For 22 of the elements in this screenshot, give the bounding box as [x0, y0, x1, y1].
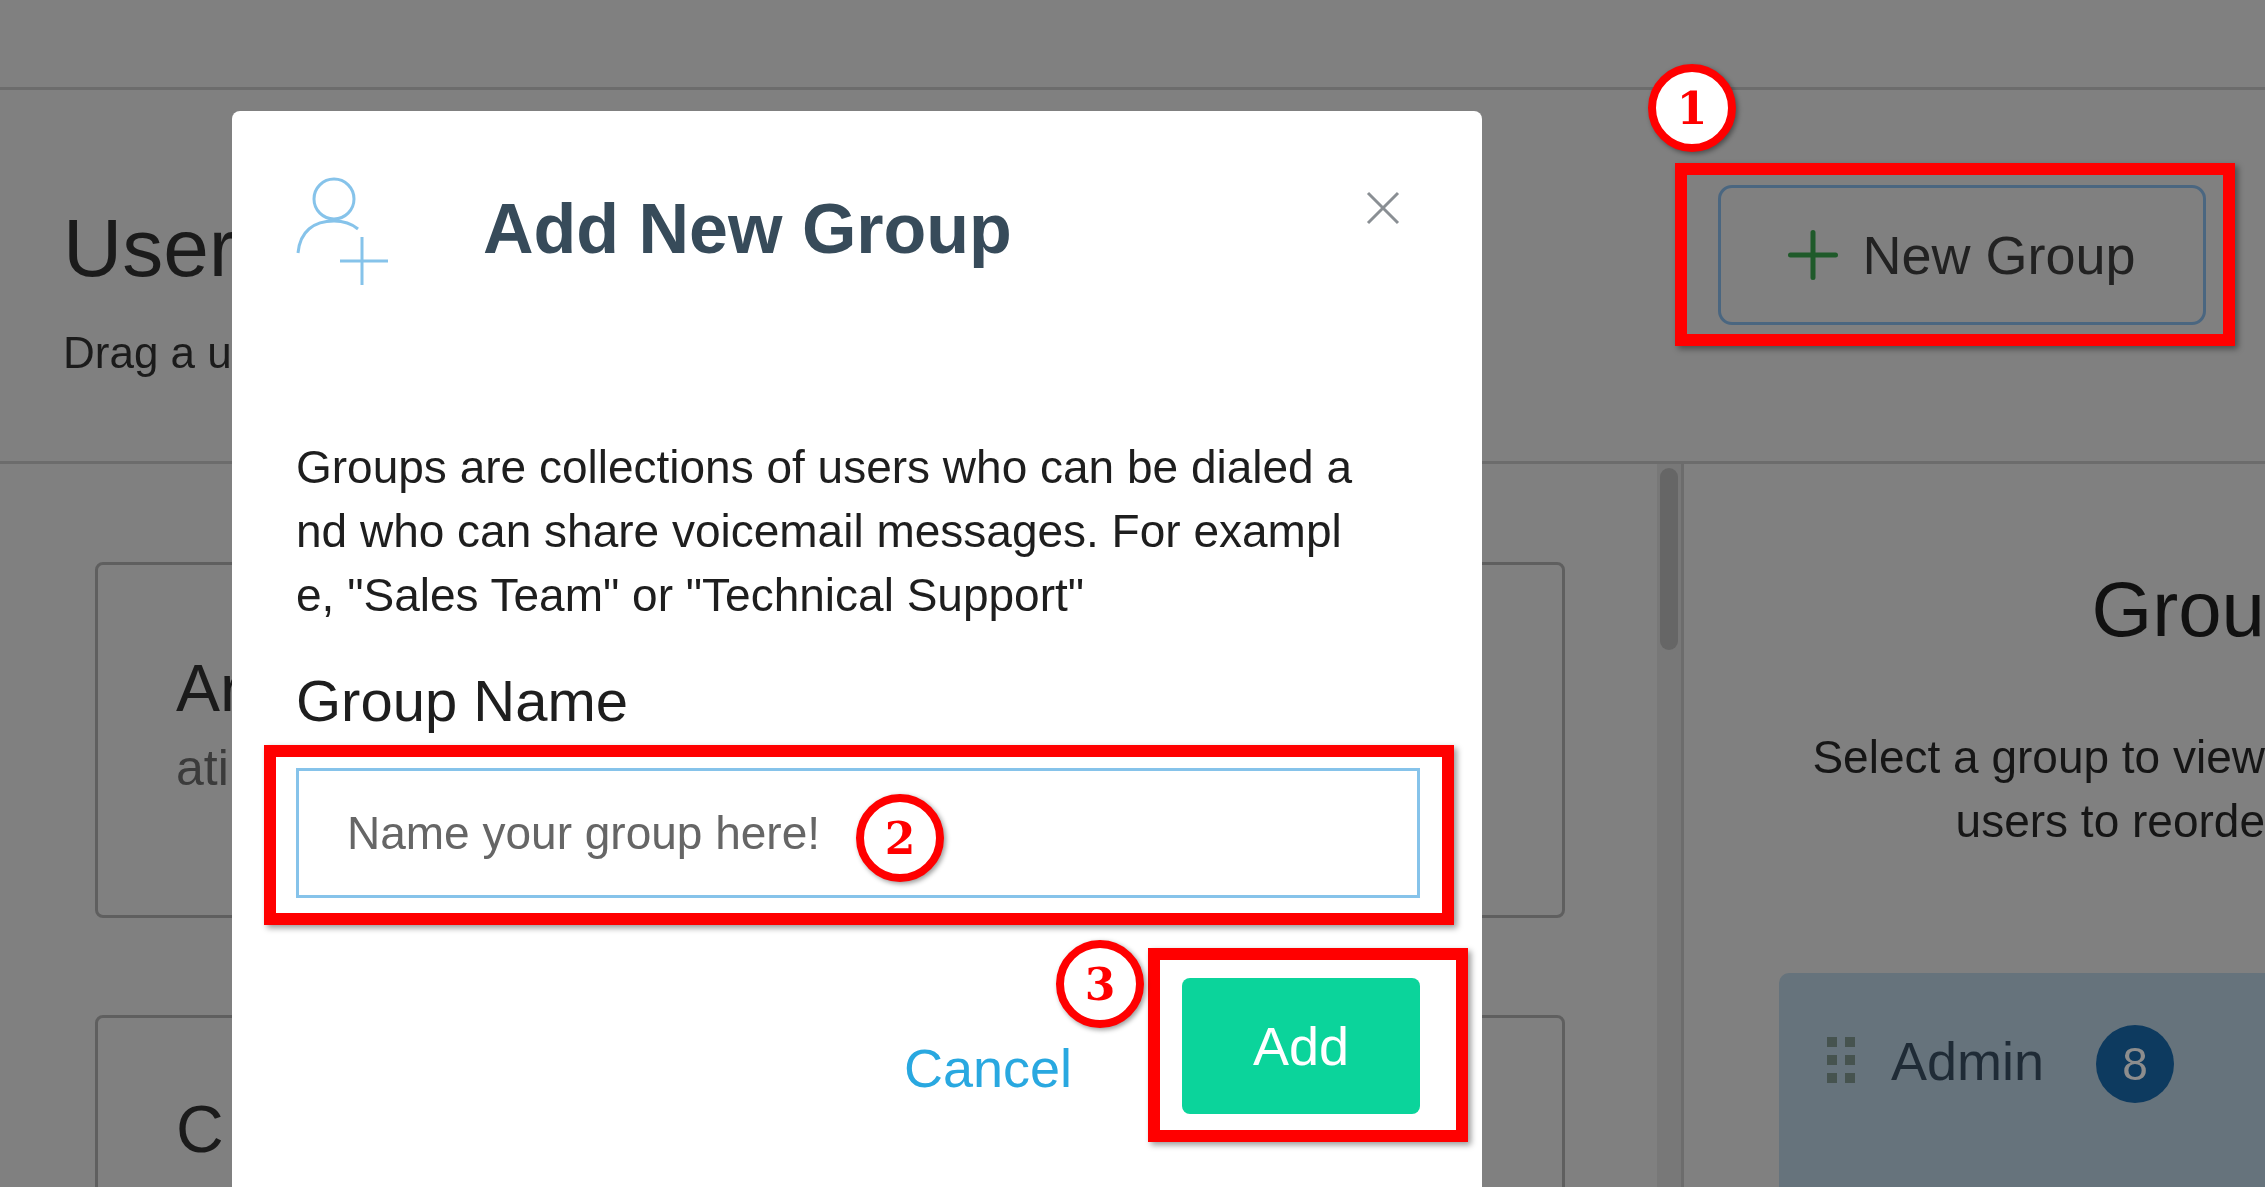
group-name: Admin [1891, 1030, 2045, 1093]
close-button[interactable] [1366, 191, 1400, 225]
field-label: Group Name [296, 667, 630, 734]
scrollbar[interactable] [1657, 464, 1684, 1187]
drag-handle-icon [1827, 1037, 1857, 1085]
cancel-link[interactable]: Cancel [903, 1037, 1072, 1099]
hint-text: users to reorde [1955, 794, 2265, 849]
dialog-description: Groups are collections of users who can be dialed and who can share voicemail messages. For example, "Sales Team" or "Technical Support" [296, 440, 1354, 623]
panel-title: Grou [2091, 564, 2265, 655]
step-badge: 1 [1648, 64, 1736, 152]
count-badge: 8 [2096, 1025, 2175, 1103]
add-button[interactable]: Add [1182, 978, 1420, 1114]
page-title: User [63, 201, 237, 295]
group-item[interactable]: Admin 8 [1779, 973, 2265, 1187]
page-subtitle: Drag a u [63, 328, 233, 378]
plus-icon [1788, 230, 1839, 280]
new-group-button[interactable]: New Group [1718, 185, 2206, 325]
user-detail: ati [176, 739, 229, 797]
close-icon [1366, 191, 1400, 225]
dialog-title: Add New Group [483, 189, 1013, 269]
user-name: C [176, 1096, 224, 1162]
hint-text: Select a group to view [1812, 730, 2265, 785]
